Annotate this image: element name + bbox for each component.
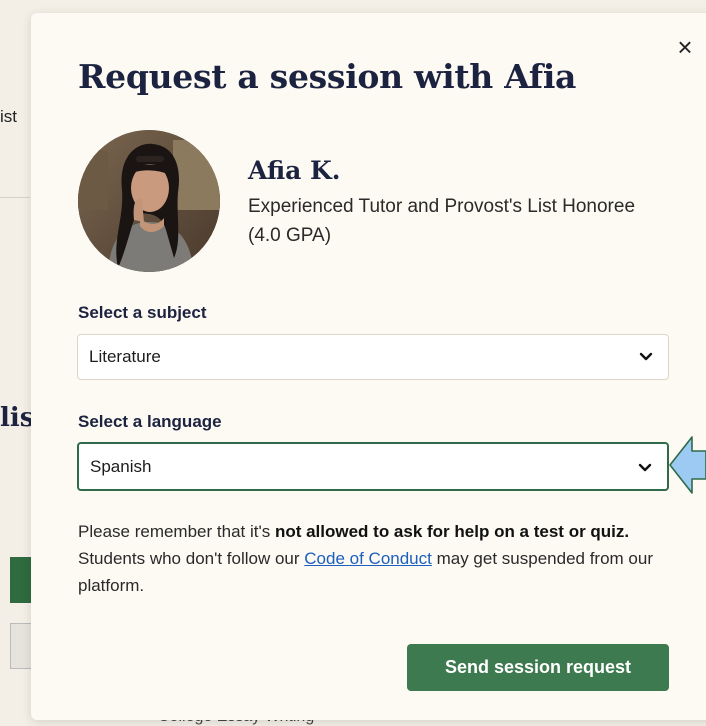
tutor-name: Afia K. [248, 156, 341, 185]
tutor-description: Experienced Tutor and Provost's List Hon… [248, 196, 636, 246]
background-divider [0, 197, 30, 198]
tutor-avatar [78, 130, 220, 272]
conduct-notice: Please remember that it's not allowed to… [78, 518, 658, 599]
request-session-modal: × Request a session with Afia Afia K. Ex… [31, 13, 706, 720]
close-button[interactable]: × [673, 32, 697, 62]
send-session-request-button[interactable]: Send session request [407, 644, 669, 691]
code-of-conduct-link[interactable]: Code of Conduct [304, 549, 432, 568]
chevron-down-icon [638, 463, 652, 472]
annotation-arrow-icon [669, 436, 706, 494]
close-icon[interactable]: × [677, 32, 692, 62]
language-label: Select a language [78, 412, 222, 431]
notice-text-before: Please remember that it's [78, 522, 275, 541]
background-heading-fragment: lis [0, 403, 35, 433]
language-select-value: Spanish [90, 457, 152, 476]
language-select[interactable]: Spanish [77, 442, 669, 491]
subject-select[interactable]: Literature [77, 334, 669, 380]
chevron-down-icon [639, 352, 653, 361]
background-text-fragment: ist [0, 107, 17, 126]
subject-label: Select a subject [78, 303, 207, 322]
avatar-photo-icon [78, 130, 220, 272]
background-button-fragment [10, 557, 32, 603]
notice-text-middle: Students who don't follow our [78, 549, 305, 568]
notice-bold-warning: not allowed to ask for help on a test or… [274, 522, 630, 541]
subject-select-value: Literature [89, 347, 161, 366]
modal-title: Request a session with Afia [78, 57, 577, 96]
